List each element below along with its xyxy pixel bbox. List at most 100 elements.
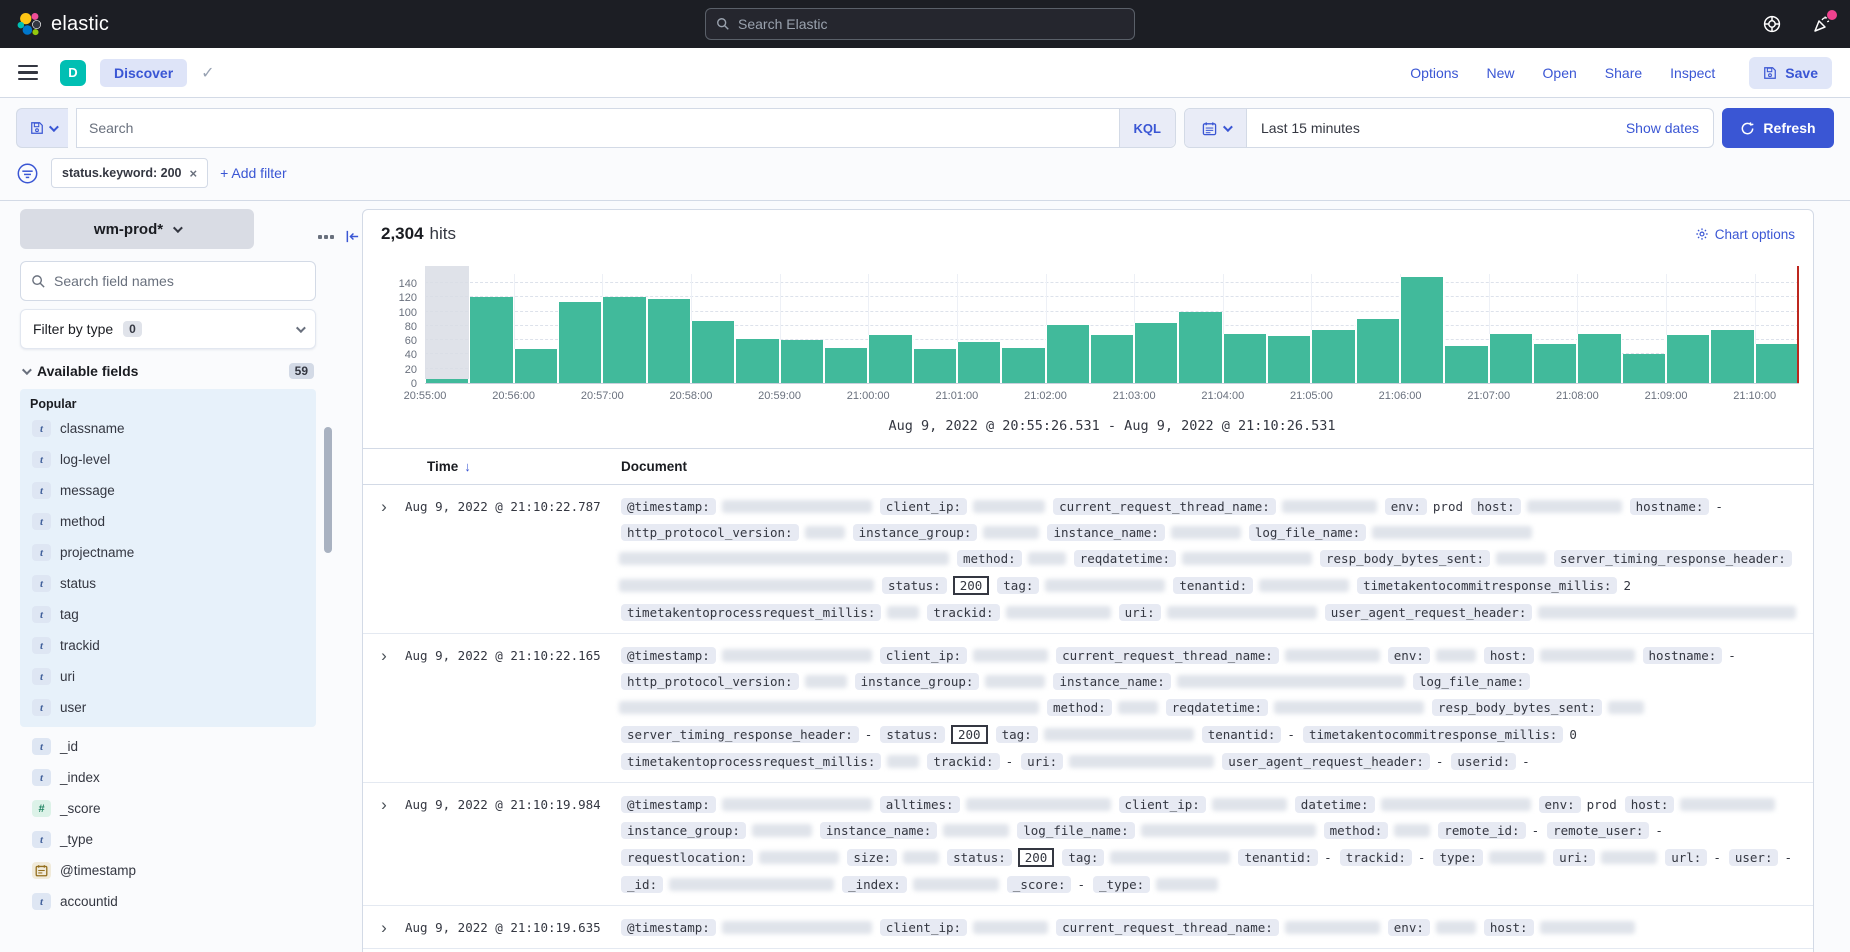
field-name-pill[interactable]: status: bbox=[947, 849, 1012, 866]
sort-descending-icon[interactable]: ↓ bbox=[464, 459, 471, 474]
breadcrumb-discover[interactable]: Discover bbox=[100, 59, 187, 87]
field-name-pill[interactable]: instance_group: bbox=[855, 673, 980, 690]
histogram-bar[interactable] bbox=[469, 297, 513, 383]
field-name-pill[interactable]: timetakentoprocessrequest_millis: bbox=[621, 753, 881, 770]
sidebar-scrollbar[interactable] bbox=[324, 427, 332, 553]
histogram-bar[interactable] bbox=[957, 342, 1001, 383]
field-name-pill[interactable]: reqdatetime: bbox=[1074, 550, 1176, 567]
filter-pill-status-keyword-200[interactable]: status.keyword: 200 × bbox=[51, 158, 208, 188]
histogram-bar[interactable] bbox=[1090, 335, 1134, 383]
histogram-bar[interactable] bbox=[1444, 346, 1488, 383]
field-name-pill[interactable]: instance_name: bbox=[1047, 524, 1164, 541]
field-name-pill[interactable]: remote_id: bbox=[1438, 822, 1525, 839]
field-name-pill[interactable]: instance_group: bbox=[621, 822, 746, 839]
histogram-bar[interactable] bbox=[913, 349, 957, 383]
field-name-pill[interactable]: uri: bbox=[1021, 753, 1063, 770]
field-name-pill[interactable]: host: bbox=[1625, 796, 1675, 813]
menu-icon[interactable] bbox=[18, 65, 38, 81]
field-name-pill[interactable]: @timestamp: bbox=[621, 919, 716, 936]
field-name-pill[interactable]: alltimes: bbox=[880, 796, 960, 813]
field-item-_type[interactable]: t_type bbox=[30, 824, 306, 855]
histogram-bar[interactable] bbox=[1533, 344, 1577, 383]
field-name-pill[interactable]: remote_user: bbox=[1547, 822, 1649, 839]
field-name-pill[interactable]: method: bbox=[1324, 822, 1389, 839]
field-name-pill[interactable]: status: bbox=[882, 577, 947, 594]
field-name-pill[interactable]: datetime: bbox=[1295, 796, 1375, 813]
histogram-bar[interactable] bbox=[1577, 334, 1621, 383]
field-name-pill[interactable]: method: bbox=[957, 550, 1022, 567]
histogram-bar[interactable] bbox=[1311, 330, 1355, 383]
field-name-pill[interactable]: client_ip: bbox=[880, 919, 967, 936]
histogram-bar[interactable] bbox=[425, 379, 469, 383]
field-name-pill[interactable]: timetakentoprocessrequest_millis: bbox=[621, 604, 881, 621]
remove-filter-icon[interactable]: × bbox=[190, 166, 198, 181]
save-button[interactable]: Save bbox=[1749, 57, 1832, 89]
histogram-bar[interactable] bbox=[1046, 325, 1090, 383]
show-dates-button[interactable]: Show dates bbox=[1626, 120, 1713, 136]
field-name-pill[interactable]: tag: bbox=[996, 726, 1038, 743]
histogram-bar[interactable] bbox=[1356, 319, 1400, 383]
expand-row-icon[interactable]: › bbox=[363, 919, 405, 936]
field-name-pill[interactable]: url: bbox=[1665, 849, 1707, 866]
field-name-pill[interactable]: uri: bbox=[1553, 849, 1595, 866]
histogram-bar[interactable] bbox=[1666, 335, 1710, 383]
field-item-accountid[interactable]: taccountid bbox=[30, 886, 306, 917]
histogram-chart[interactable]: 020406080100120140 20:55:0020:56:0020:57… bbox=[425, 274, 1799, 434]
field-name-pill[interactable]: trackid: bbox=[927, 604, 999, 621]
field-item-tag[interactable]: ttag bbox=[30, 599, 306, 630]
field-name-pill[interactable]: host: bbox=[1471, 498, 1521, 515]
field-item-status[interactable]: tstatus bbox=[30, 568, 306, 599]
field-name-pill[interactable]: host: bbox=[1484, 919, 1534, 936]
field-name-pill[interactable]: host: bbox=[1484, 647, 1534, 664]
field-item-@timestamp[interactable]: @timestamp bbox=[30, 855, 306, 886]
histogram-bar[interactable] bbox=[824, 348, 868, 383]
field-name-pill[interactable]: method: bbox=[1047, 699, 1112, 716]
histogram-bar[interactable] bbox=[647, 299, 691, 383]
field-item-_id[interactable]: t_id bbox=[30, 731, 306, 762]
field-name-pill[interactable]: resp_body_bytes_sent: bbox=[1432, 699, 1602, 716]
field-name-pill[interactable]: timetakentocommitresponse_millis: bbox=[1303, 726, 1563, 743]
histogram-bar[interactable] bbox=[1267, 336, 1311, 383]
histogram-bar[interactable] bbox=[1400, 277, 1444, 383]
field-name-pill[interactable]: trackid: bbox=[1340, 849, 1412, 866]
chart-options-button[interactable]: Chart options bbox=[1695, 227, 1795, 242]
field-name-pill[interactable]: status: bbox=[880, 726, 945, 743]
field-name-pill[interactable]: server_timing_response_header: bbox=[621, 726, 859, 743]
field-name-pill[interactable]: trackid: bbox=[927, 753, 999, 770]
space-avatar[interactable]: D bbox=[60, 60, 86, 86]
field-name-pill[interactable]: http_protocol_version: bbox=[621, 524, 799, 541]
histogram-bar[interactable] bbox=[868, 335, 912, 383]
field-name-pill[interactable]: hostname: bbox=[1643, 647, 1723, 664]
new-button[interactable]: New bbox=[1487, 65, 1515, 81]
histogram-bar[interactable] bbox=[1622, 354, 1666, 383]
histogram-bar[interactable] bbox=[691, 321, 735, 383]
elastic-logo[interactable]: elastic bbox=[16, 11, 109, 37]
field-name-pill[interactable]: tag: bbox=[1062, 849, 1104, 866]
field-item-uri[interactable]: turi bbox=[30, 661, 306, 692]
kql-query-input[interactable]: Search KQL bbox=[76, 108, 1176, 148]
global-search-input[interactable]: Search Elastic bbox=[705, 8, 1135, 40]
field-item-message[interactable]: tmessage bbox=[30, 475, 306, 506]
field-settings-icon[interactable] bbox=[318, 235, 334, 239]
expand-row-icon[interactable]: › bbox=[363, 647, 405, 770]
field-item-log-level[interactable]: tlog-level bbox=[30, 444, 306, 475]
field-name-pill[interactable]: size: bbox=[847, 849, 897, 866]
field-name-pill[interactable]: env: bbox=[1388, 919, 1430, 936]
field-name-pill[interactable]: user_agent_request_header: bbox=[1325, 604, 1533, 621]
field-name-pill[interactable]: @timestamp: bbox=[621, 647, 716, 664]
highlighted-value[interactable]: 200 bbox=[951, 725, 988, 744]
histogram-bar[interactable] bbox=[1223, 334, 1267, 383]
open-button[interactable]: Open bbox=[1543, 65, 1577, 81]
histogram-bar[interactable] bbox=[1001, 348, 1045, 383]
field-name-pill[interactable]: requestlocation: bbox=[621, 849, 753, 866]
field-name-pill[interactable]: @timestamp: bbox=[621, 796, 716, 813]
time-range-value[interactable]: Last 15 minutes bbox=[1247, 120, 1626, 136]
histogram-bar[interactable] bbox=[1489, 334, 1533, 383]
field-name-pill[interactable]: _score: bbox=[1007, 876, 1072, 893]
field-name-pill[interactable]: client_ip: bbox=[880, 498, 967, 515]
available-fields-accordion[interactable]: Available fields 59 bbox=[20, 363, 316, 379]
histogram-bar[interactable] bbox=[1178, 312, 1222, 383]
field-name-pill[interactable]: current_request_thread_name: bbox=[1056, 647, 1279, 664]
field-name-pill[interactable]: reqdatetime: bbox=[1166, 699, 1268, 716]
filter-by-type-select[interactable]: Filter by type 0 bbox=[20, 309, 316, 349]
